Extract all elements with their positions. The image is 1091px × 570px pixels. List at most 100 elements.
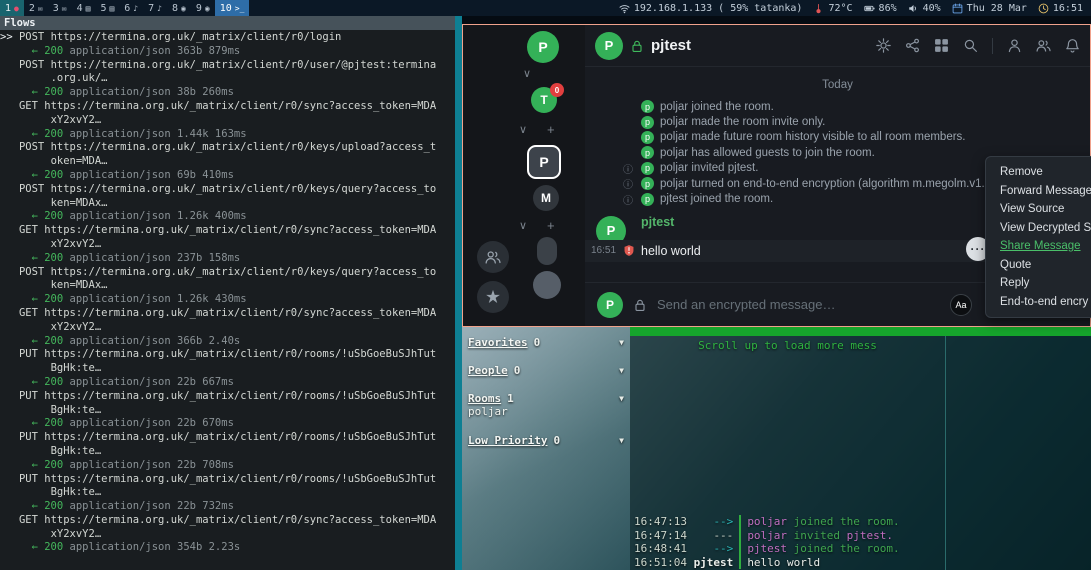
message-body: poljar invited pjtest. <box>739 529 893 543</box>
flow-url-continuation: xY2xvY2… <box>0 238 455 252</box>
day-separator: Today <box>585 79 1090 95</box>
flow-url-continuation: ken=MDAx… <box>0 279 455 293</box>
sidebar-section-low-priority[interactable]: Low Priority 0 ▼ <box>468 433 624 447</box>
event-avatar[interactable]: p <box>641 193 654 206</box>
event-avatar[interactable]: p <box>641 131 654 144</box>
notifications-bell-icon[interactable] <box>1065 38 1080 53</box>
workspace-button[interactable]: 2 ✉ <box>24 0 48 16</box>
flow-url-continuation: xY2xvY2… <box>0 114 455 128</box>
element-left-rail: P ∨ T 0 ∨ + P M ∨ + <box>463 25 585 326</box>
flow-entry[interactable]: POST https://termina.org.uk/_matrix/clie… <box>0 266 455 307</box>
communities-button[interactable] <box>477 281 509 313</box>
event-text: poljar made future room history visible … <box>660 131 966 143</box>
mitmproxy-pane: Flows >> POST https://termina.org.uk/_ma… <box>0 16 455 570</box>
room-avatar-t[interactable]: T 0 <box>531 87 557 113</box>
flow-entry[interactable]: GET https://termina.org.uk/_matrix/clien… <box>0 100 455 141</box>
workspace-button[interactable]: 6 ♪ <box>119 0 143 16</box>
workspace-button[interactable]: 4 ▤ <box>72 0 96 16</box>
add-room-button[interactable]: + <box>547 122 555 137</box>
volume-status: 40% <box>908 3 941 14</box>
partial-avatar[interactable] <box>537 237 557 265</box>
context-menu-item[interactable]: View Source <box>986 200 1091 219</box>
sidebar-section-rooms[interactable]: Rooms 1 ▼ <box>468 391 624 405</box>
event-avatar[interactable]: p <box>641 100 654 113</box>
sidebar-section-people[interactable]: People 0 ▼ <box>468 363 624 377</box>
flow-response-line: ← 200 application/json 237b 158ms <box>0 252 455 266</box>
desktop: 1 ● 2 ✉ 3 ✉ 4 ▤ 5 <box>0 0 1091 570</box>
event-avatar[interactable]: p <box>641 116 654 129</box>
event-text: poljar joined the room. <box>660 101 774 113</box>
window-divider[interactable] <box>455 16 462 570</box>
context-menu-item[interactable]: Share Message <box>986 237 1091 256</box>
flow-entry[interactable]: GET https://termina.org.uk/_matrix/clien… <box>0 224 455 265</box>
context-menu-item[interactable]: Reply <box>986 274 1091 293</box>
workspace-button[interactable]: 3 ✉ <box>48 0 72 16</box>
workspace-button[interactable]: 5 ▤ <box>95 0 119 16</box>
flow-response-line: ← 200 application/json 38b 260ms <box>0 86 455 100</box>
flow-response-line: ← 200 application/json 363b 879ms <box>0 45 455 59</box>
info-icon: ⓘ <box>623 161 633 176</box>
apps-grid-icon[interactable] <box>934 38 949 53</box>
settings-gear-icon[interactable] <box>876 38 891 53</box>
search-icon[interactable] <box>963 38 978 53</box>
flow-entry[interactable]: PUT https://termina.org.uk/_matrix/clien… <box>0 390 455 431</box>
load-more-label[interactable]: Scroll up to load more mess <box>630 339 945 352</box>
workspace-button[interactable]: 9 ◉ <box>191 0 215 16</box>
sidebar-section-favorites[interactable]: Favorites 0 ▼ <box>468 335 624 349</box>
flow-request-line: PUT https://termina.org.uk/_matrix/clien… <box>0 348 455 362</box>
room-avatar-m[interactable]: M <box>533 185 559 211</box>
workspace-button[interactable]: 1 ● <box>0 0 24 16</box>
context-menu-item[interactable]: Remove <box>986 163 1091 182</box>
event-avatar[interactable]: p <box>641 146 654 159</box>
event-avatar[interactable]: p <box>641 177 654 190</box>
mail-icon: ✉ <box>38 4 43 13</box>
people-button[interactable] <box>477 241 509 273</box>
context-menu-item[interactable]: Quote <box>986 256 1091 275</box>
composer-lock-icon <box>633 298 647 312</box>
calendar-icon <box>952 3 963 14</box>
workspace-button[interactable]: 10 >_ <box>215 0 250 16</box>
unread-marker-bar <box>630 327 1091 336</box>
flow-entry[interactable]: GET https://termina.org.uk/_matrix/clien… <box>0 307 455 348</box>
chevron-down-icon[interactable]: ∨ <box>519 219 527 232</box>
context-menu-item[interactable]: View Decrypted S <box>986 219 1091 238</box>
flow-entry[interactable]: PUT https://termina.org.uk/_matrix/clien… <box>0 431 455 472</box>
message-time: 16:47:13 <box>634 515 687 529</box>
flow-entry[interactable]: POST https://termina.org.uk/_matrix/clie… <box>0 141 455 182</box>
event-avatar[interactable]: p <box>641 162 654 175</box>
user-avatar[interactable]: P <box>527 31 559 63</box>
share-icon[interactable] <box>905 38 920 53</box>
context-menu-item[interactable]: Forward Message <box>986 182 1091 201</box>
workspace-button[interactable]: 7 ♪ <box>143 0 167 16</box>
add-room-button[interactable]: + <box>547 218 555 233</box>
flow-entry[interactable]: PUT https://termina.org.uk/_matrix/clien… <box>0 348 455 389</box>
desktop-gap <box>462 16 1091 24</box>
chevron-down-icon[interactable]: ∨ <box>523 67 531 80</box>
date-status: Thu 28 Mar <box>952 3 1027 14</box>
flow-url-continuation: ken=MDAx… <box>0 197 455 211</box>
partial-avatar[interactable] <box>533 271 561 299</box>
room-avatar[interactable]: P <box>595 32 623 60</box>
flow-entry[interactable]: >> POST https://termina.org.uk/_matrix/c… <box>0 31 455 59</box>
people-icon <box>485 249 501 265</box>
flow-entry[interactable]: POST https://termina.org.uk/_matrix/clie… <box>0 183 455 224</box>
web-icon: ◉ <box>205 4 210 13</box>
music-icon: ♪ <box>157 4 162 13</box>
flow-url-continuation: .org.uk/… <box>0 72 455 86</box>
temperature-status: 72°C <box>813 3 852 14</box>
chevron-down-icon[interactable]: ∨ <box>519 123 527 136</box>
formatting-button[interactable]: Aa <box>950 294 972 316</box>
flow-entry[interactable]: POST https://termina.org.uk/_matrix/clie… <box>0 59 455 100</box>
message-body: poljar joined the room. <box>739 515 899 529</box>
wifi-icon <box>619 3 630 14</box>
flow-entry[interactable]: PUT https://termina.org.uk/_matrix/clien… <box>0 473 455 514</box>
invite-person-icon[interactable] <box>1007 38 1022 53</box>
context-menu-item[interactable]: End-to-end encry <box>986 293 1091 312</box>
room-avatar-selected[interactable]: P <box>527 145 561 179</box>
flow-request-line: PUT https://termina.org.uk/_matrix/clien… <box>0 473 455 487</box>
members-icon[interactable] <box>1036 38 1051 53</box>
flow-entry[interactable]: GET https://termina.org.uk/_matrix/clien… <box>0 514 455 555</box>
timeline-event: ⓘ p poljar made the room invite only. <box>585 114 1090 129</box>
workspace-button[interactable]: 8 ◉ <box>167 0 191 16</box>
room-list-item[interactable]: poljar <box>468 405 624 419</box>
